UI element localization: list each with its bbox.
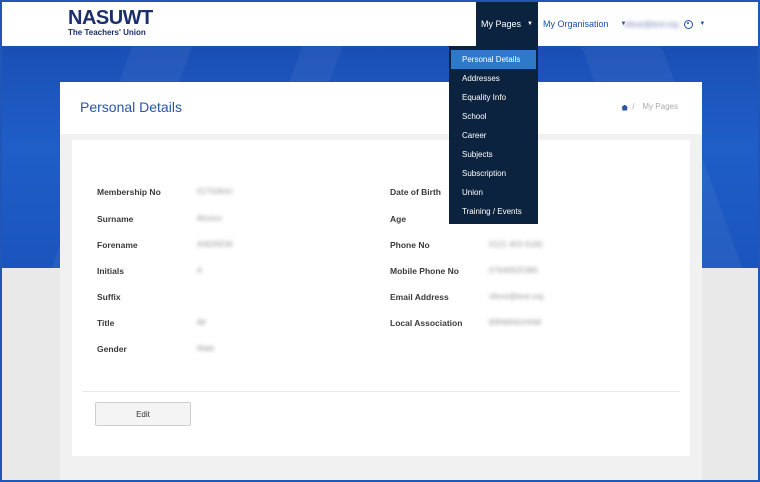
nav-my-organisation-label: My Organisation [543, 19, 609, 29]
caret-down-icon: ▼ [527, 21, 533, 27]
menu-item-school[interactable]: School [451, 107, 536, 126]
label-gender: Gender [97, 344, 127, 354]
user-circle-icon [684, 19, 694, 29]
menu-item-equality-info[interactable]: Equality Info [451, 88, 536, 107]
user-email: ofexe@test.org [624, 19, 679, 29]
page-title: Personal Details [80, 99, 182, 115]
breadcrumb-separator: / [632, 102, 635, 111]
menu-item-career[interactable]: Career [451, 126, 536, 145]
browser-frame: NASUWT The Teachers' Union My Pages ▼ My… [0, 0, 760, 482]
label-membership-no: Membership No [97, 187, 161, 197]
nav-my-pages-label: My Pages [481, 19, 522, 29]
nasuwt-logo[interactable]: NASUWT The Teachers' Union [68, 8, 153, 37]
value-gender: Male [197, 344, 215, 353]
page-header: Personal Details / My Pages [60, 82, 702, 134]
caret-down-icon: ▼ [699, 21, 706, 27]
value-mobile-phone-no: 07640925385 [489, 266, 538, 275]
label-date-of-birth: Date of Birth [390, 187, 441, 197]
value-membership-no: 01T5064J [197, 187, 233, 196]
value-surname: Morton [197, 214, 222, 223]
menu-item-subjects[interactable]: Subjects [451, 145, 536, 164]
menu-item-addresses[interactable]: Addresses [451, 69, 536, 88]
menu-item-subscription[interactable]: Subscription [451, 164, 536, 183]
menu-item-union[interactable]: Union [451, 183, 536, 202]
menu-item-personal-details[interactable]: Personal Details [451, 50, 536, 69]
value-email-address: ofexe@test.org [489, 292, 544, 301]
my-pages-dropdown: Personal Details Addresses Equality Info… [449, 46, 538, 224]
label-title: Title [97, 318, 115, 328]
nav-my-pages[interactable]: My Pages ▼ [476, 2, 538, 46]
logo-tagline: The Teachers' Union [68, 28, 146, 37]
top-navbar: NASUWT The Teachers' Union My Pages ▼ My… [2, 2, 758, 46]
edit-button[interactable]: Edit [95, 402, 191, 426]
card-divider [82, 391, 680, 392]
label-surname: Surname [97, 214, 134, 224]
logo-name: NASUWT [68, 7, 153, 29]
value-phone-no: 0121 453 6160 [489, 240, 543, 249]
nav-user-menu[interactable]: ofexe@test.org ▼ [624, 2, 705, 46]
label-mobile-phone-no: Mobile Phone No [390, 266, 459, 276]
label-forename: Forename [97, 240, 138, 250]
breadcrumb-current: My Pages [642, 102, 678, 111]
label-initials: Initials [97, 266, 124, 276]
label-email-address: Email Address [390, 292, 449, 302]
value-forename: ANDREW [197, 240, 233, 249]
value-title: Mr [197, 318, 207, 327]
menu-item-training-events[interactable]: Training / Events [451, 202, 536, 221]
nav-my-organisation[interactable]: My Organisation ▼ [543, 2, 626, 46]
value-initials: A [197, 266, 203, 275]
label-local-association: Local Association [390, 318, 463, 328]
label-phone-no: Phone No [390, 240, 430, 250]
label-suffix: Suffix [97, 292, 121, 302]
value-local-association: BIRMINGHAM [489, 318, 541, 327]
home-icon[interactable] [621, 104, 629, 111]
breadcrumb: / My Pages [621, 102, 678, 111]
label-age: Age [390, 214, 407, 224]
